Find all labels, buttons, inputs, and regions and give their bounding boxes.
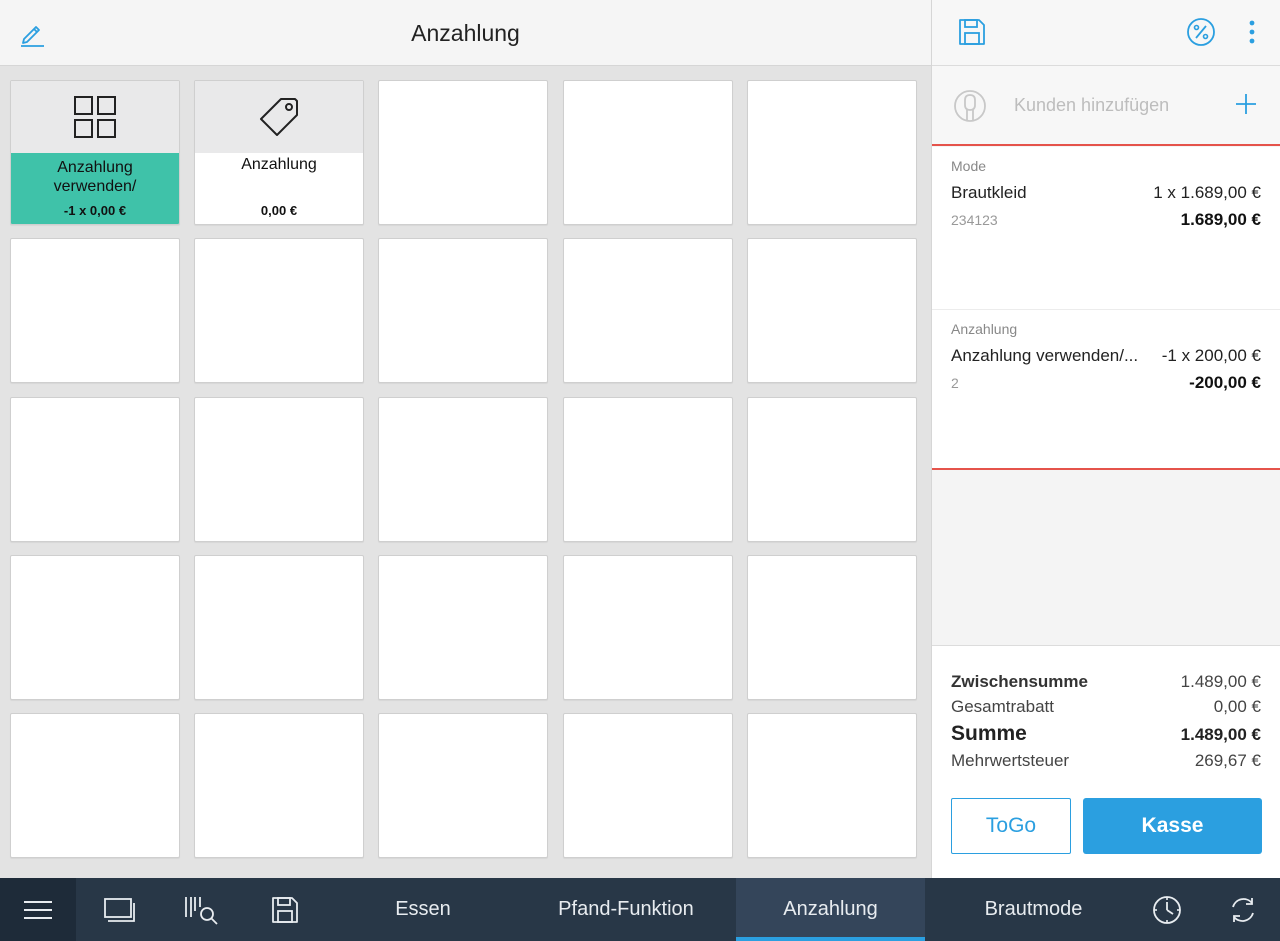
tab-essen[interactable]: Essen [330,878,516,941]
cart-item-name: Anzahlung verwenden/... [951,346,1139,365]
empty-tile[interactable] [747,238,917,383]
cart-item-category: Anzahlung [951,321,1018,337]
price-tag-icon [260,98,298,136]
tile-name: Anzahlung verwenden/ [53,159,137,195]
tab-anzahlung[interactable]: Anzahlung [736,878,925,941]
empty-tile[interactable] [10,713,180,858]
empty-tile[interactable] [194,713,364,858]
vat-row: Mehrwertsteuer 269,67 € [951,751,1261,771]
cart-item-category: Mode [951,158,987,174]
discount-value: 0,00 € [1213,697,1261,716]
tile-name: Anzahlung [241,156,317,173]
subtotal-label: Zwischensumme [951,672,1088,691]
grid-icon [74,96,116,138]
empty-tile[interactable] [747,555,917,700]
totals-section: Zwischensumme 1.489,00 € Gesamtrabatt 0,… [932,645,1280,878]
add-customer-row[interactable]: Kunden hinzufügen [932,66,1280,146]
product-tile-anzahlung[interactable]: Anzahlung 0,00 € [194,80,364,225]
barcode-search-button[interactable] [178,878,224,941]
tile-price: -1 x 0,00 € [63,203,127,218]
empty-tile[interactable] [747,713,917,858]
empty-tile[interactable] [10,397,180,542]
cart-item-total: -200,00 € [1189,373,1261,392]
togo-button[interactable]: ToGo [951,798,1071,854]
sum-label: Summe [951,722,1027,745]
cart-item-name: Brautkleid [951,183,1027,202]
checkout-button[interactable]: Kasse [1083,798,1262,854]
empty-tile[interactable] [10,238,180,383]
vat-value: 269,67 € [1194,751,1261,770]
discount-button[interactable] [1183,14,1219,50]
empty-tile[interactable] [378,397,548,542]
empty-tile[interactable] [563,397,733,542]
cart-item[interactable]: Anzahlung Anzahlung verwenden/... -1 x 2… [932,309,1280,471]
percent-icon [1187,18,1215,46]
empty-tile[interactable] [563,555,733,700]
receipts-button[interactable] [96,878,142,941]
empty-tile[interactable] [194,397,364,542]
sync-icon [1232,897,1254,922]
tab-brautmode[interactable]: Brautmode [925,878,1142,941]
floppy-disk-icon [272,896,298,923]
add-customer-button[interactable] [1230,88,1262,120]
product-grid: Anzahlung verwenden/ -1 x 0,00 € Anzahlu… [0,66,931,878]
subtotal-value: 1.489,00 € [1180,672,1261,691]
plus-icon [1236,94,1256,114]
stacked-screens-icon [104,897,135,922]
cart-item[interactable]: Mode Brautkleid 1 x 1.689,00 € 234123 1.… [932,147,1280,309]
sum-row: Summe 1.489,00 € [951,722,1261,746]
menu-button[interactable] [0,878,76,941]
vat-label: Mehrwertsteuer [951,751,1070,770]
tile-price: 0,00 € [260,203,298,218]
tab-pfand-funktion[interactable]: Pfand-Funktion [516,878,736,941]
cart-items-list: Mode Brautkleid 1 x 1.689,00 € 234123 1.… [932,147,1280,470]
cart-item-qty-price: 1 x 1.689,00 € [1153,183,1261,202]
discount-row: Gesamtrabatt 0,00 € [951,697,1261,717]
product-header: Anzahlung [0,0,931,66]
history-button[interactable] [1144,878,1190,941]
bottom-navigation: Essen Pfand-Funktion Anzahlung Brautmode [0,878,1280,941]
saved-orders-button[interactable] [262,878,308,941]
empty-tile[interactable] [378,238,548,383]
barcode-search-icon [185,896,218,925]
subtotal-row: Zwischensumme 1.489,00 € [951,672,1261,692]
empty-tile[interactable] [194,238,364,383]
cart-item-total: 1.689,00 € [1180,210,1261,229]
sum-value: 1.489,00 € [1180,725,1261,744]
empty-tile[interactable] [378,555,548,700]
cart-item-code: 234123 [951,212,998,228]
cart-item-qty-price: -1 x 200,00 € [1161,346,1261,365]
discount-label: Gesamtrabatt [951,697,1054,716]
empty-tile[interactable] [194,555,364,700]
add-customer-label: Kunden hinzufügen [1014,95,1170,115]
empty-tile[interactable] [563,713,733,858]
cart-item-code: 2 [951,375,959,391]
more-options-button[interactable] [1238,14,1266,50]
sync-button[interactable] [1220,878,1266,941]
empty-tile[interactable] [10,555,180,700]
cart-header [932,0,1280,66]
empty-tile[interactable] [563,80,733,225]
empty-tile[interactable] [378,80,548,225]
empty-tile[interactable] [747,80,917,225]
hamburger-menu-icon [24,900,52,919]
empty-tile[interactable] [563,238,733,383]
empty-tile[interactable] [747,397,917,542]
empty-tile[interactable] [378,713,548,858]
person-icon [954,90,986,122]
clock-icon [1153,895,1181,924]
page-title: Anzahlung [411,20,520,46]
product-tile-anzahlung-verwenden[interactable]: Anzahlung verwenden/ -1 x 0,00 € [10,80,180,225]
cart-panel: Kunden hinzufügen Mode Brautkleid 1 x 1.… [931,0,1280,878]
floppy-disk-icon [959,19,985,45]
vertical-dots-icon [1249,20,1255,44]
save-button[interactable] [954,14,990,50]
